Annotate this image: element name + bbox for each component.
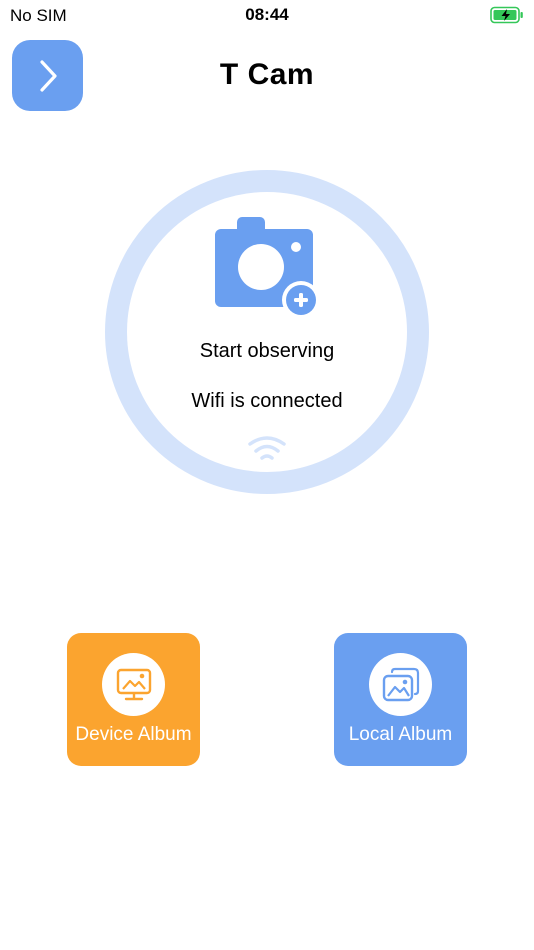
monitor-picture-icon [116,668,151,700]
photo-stack-icon [382,667,419,701]
local-album-icon-wrap [369,653,432,716]
app-screen: No SIM 08:44 T Cam Start observing Wifi … [0,0,534,950]
wifi-icon [248,436,286,460]
local-album-label: Local Album [348,724,453,745]
local-album-button[interactable]: Local Album [334,633,467,766]
start-observing-label: Start observing [199,340,335,362]
wifi-status-label: Wifi is connected [191,390,343,412]
battery-charging-icon [490,6,523,24]
page-title: T Cam [219,58,315,91]
device-album-label: Device Album [75,724,192,745]
status-bar: No SIM 08:44 [0,0,534,30]
device-album-icon-wrap [102,653,165,716]
status-time: 08:44 [245,5,289,24]
device-album-button[interactable]: Device Album [67,633,200,766]
camera-add-icon [215,217,320,319]
